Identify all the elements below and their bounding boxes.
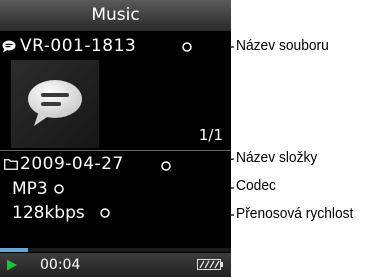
callout-marker — [161, 161, 171, 171]
callout-marker — [54, 184, 64, 194]
callout-marker — [182, 42, 192, 52]
callout-marker — [100, 208, 110, 218]
callout-bitrate: Přenosová rychlost — [236, 205, 354, 222]
callout-file-name: Název souboru — [236, 37, 329, 54]
callout-folder-name: Název složky — [236, 149, 318, 166]
callout-codec: Codec — [236, 177, 276, 194]
